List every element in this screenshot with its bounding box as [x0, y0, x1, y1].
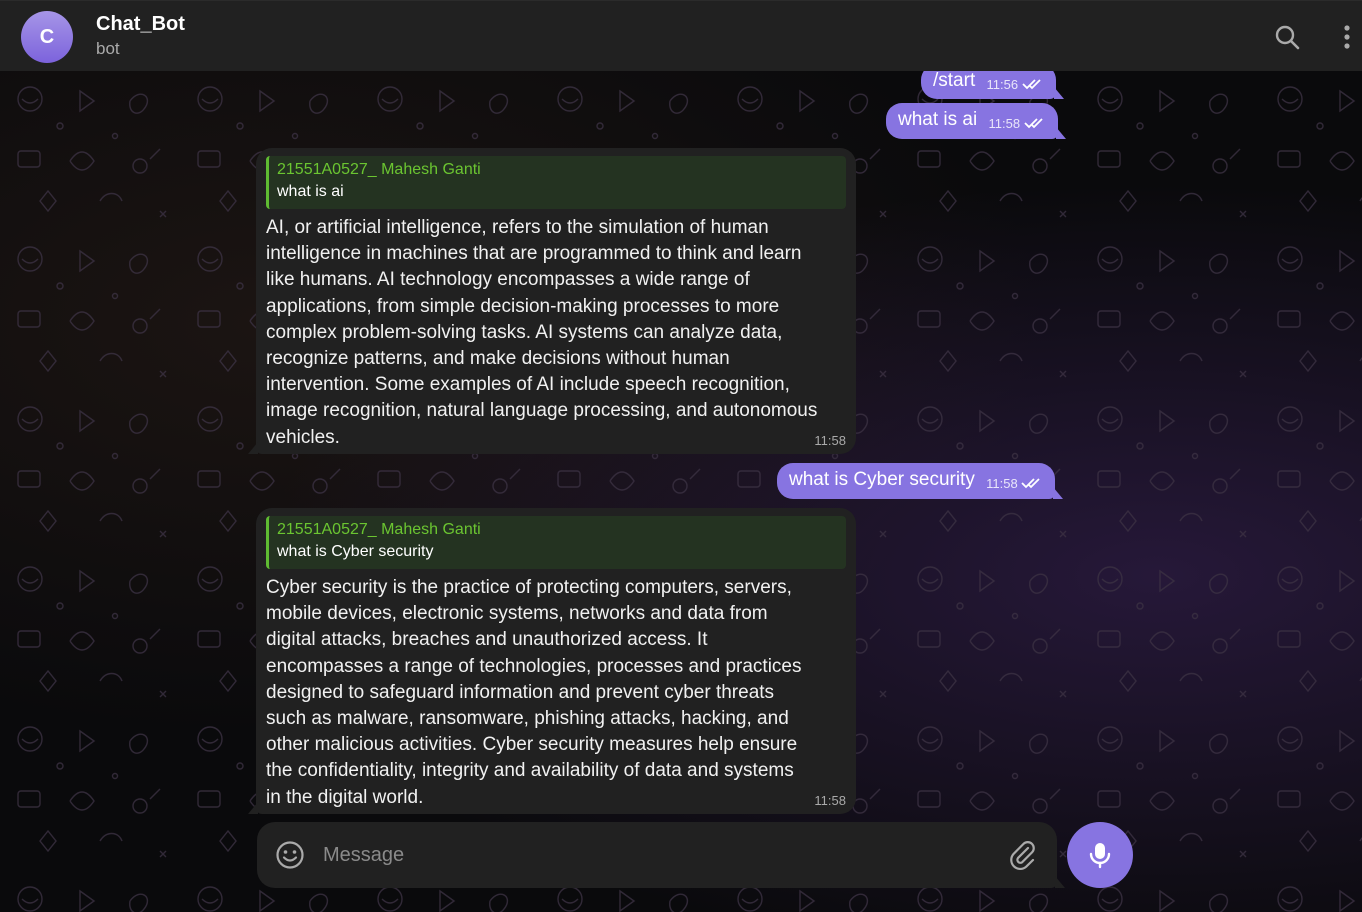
- text-line: mobile devices, electronic systems, netw…: [266, 603, 768, 625]
- reply-author: 21551A0527_ Mahesh Ganti: [277, 161, 481, 178]
- message-meta: 11:58: [986, 476, 1043, 491]
- microphone-icon: [1089, 843, 1111, 869]
- more-options-button[interactable]: [1329, 19, 1362, 55]
- record-voice-button[interactable]: [1067, 822, 1133, 888]
- emoji-icon: [276, 841, 304, 869]
- bubble-tail: [1053, 87, 1064, 99]
- text-line: applications, from simple decision-makin…: [266, 295, 780, 317]
- search-icon: [1275, 25, 1300, 50]
- text-line: designed to safeguard information and pr…: [266, 681, 775, 703]
- double-check-icon: [1022, 79, 1041, 90]
- bubble-tail: [248, 442, 258, 454]
- message-meta: 11:58: [988, 116, 1045, 131]
- chat-subtitle: bot: [96, 39, 120, 58]
- message-time: 11:58: [986, 476, 1018, 491]
- chat-header: C Chat_Bot bot: [0, 0, 1362, 71]
- message-text: what is ai: [898, 109, 978, 130]
- text-line: intervention. Some examples of AI includ…: [266, 374, 790, 396]
- text-line: digital attacks, breaches and unauthoriz…: [266, 629, 708, 651]
- message-text: /start: [933, 70, 976, 91]
- text-line: image recognition, natural language proc…: [266, 400, 818, 422]
- text-line: intelligence in machines that are progra…: [266, 243, 802, 265]
- text-line: Cyber security is the practice of protec…: [266, 577, 792, 598]
- reply-quote[interactable]: 21551A0527_ Mahesh Ganti what is Cyber s…: [266, 516, 846, 569]
- more-vertical-icon: [1344, 25, 1350, 49]
- reply-quote[interactable]: 21551A0527_ Mahesh Ganti what is ai: [266, 156, 846, 209]
- reply-author: 21551A0527_ Mahesh Ganti: [277, 521, 481, 538]
- message-time: 11:56: [986, 77, 1019, 92]
- double-check-icon: [1021, 478, 1040, 489]
- attach-button[interactable]: [1007, 839, 1039, 871]
- message-composer: [257, 822, 1065, 888]
- reply-text: what is Cyber security: [277, 543, 434, 560]
- outgoing-message[interactable]: what is ai 11:58: [886, 103, 1066, 139]
- text-line: vehicles.: [266, 426, 340, 448]
- double-check-icon: [1024, 118, 1043, 129]
- message-time: 11:58: [814, 433, 846, 448]
- emoji-button[interactable]: [274, 839, 306, 871]
- search-button[interactable]: [1269, 19, 1305, 55]
- bubble-tail: [1055, 127, 1066, 139]
- avatar[interactable]: C: [21, 11, 73, 63]
- bubble-tail: [248, 802, 258, 814]
- outgoing-message[interactable]: what is Cyber security 11:58: [777, 463, 1064, 499]
- message-time: 11:58: [988, 116, 1021, 131]
- text-line: other malicious activities. Cyber securi…: [266, 734, 798, 756]
- text-line: such as malware, ransomware, phishing at…: [266, 708, 789, 730]
- text-line: in the digital world.: [266, 786, 424, 808]
- message-time: 11:58: [814, 793, 846, 808]
- message-input[interactable]: [323, 840, 983, 870]
- text-line: like humans. AI technology encompasses a…: [266, 269, 750, 291]
- text-line: AI, or artificial intelligence, refers t…: [266, 217, 769, 238]
- text-line: recognize patterns, and make decisions w…: [266, 348, 730, 370]
- text-line: encompasses a range of technologies, pro…: [266, 655, 802, 677]
- message-text: what is Cyber security: [789, 469, 975, 490]
- text-line: complex problem-solving tasks. AI system…: [266, 321, 783, 343]
- composer-tail: [1055, 876, 1065, 888]
- reply-text: what is ai: [277, 183, 344, 200]
- text-line: the confidentiality, integrity and avail…: [266, 760, 794, 782]
- incoming-message[interactable]: 21551A0527_ Mahesh Ganti what is Cyber s…: [248, 508, 856, 814]
- paperclip-icon: [1010, 841, 1035, 870]
- message-text: Cyber security is the practice of protec…: [266, 575, 846, 811]
- chat-title[interactable]: Chat_Bot: [96, 13, 185, 36]
- incoming-message[interactable]: 21551A0527_ Mahesh Ganti what is ai AI, …: [248, 148, 856, 454]
- message-meta: 11:56: [987, 77, 1044, 92]
- avatar-letter: C: [39, 25, 55, 48]
- message-text: AI, or artificial intelligence, refers t…: [266, 215, 846, 451]
- bubble-tail: [1053, 487, 1064, 499]
